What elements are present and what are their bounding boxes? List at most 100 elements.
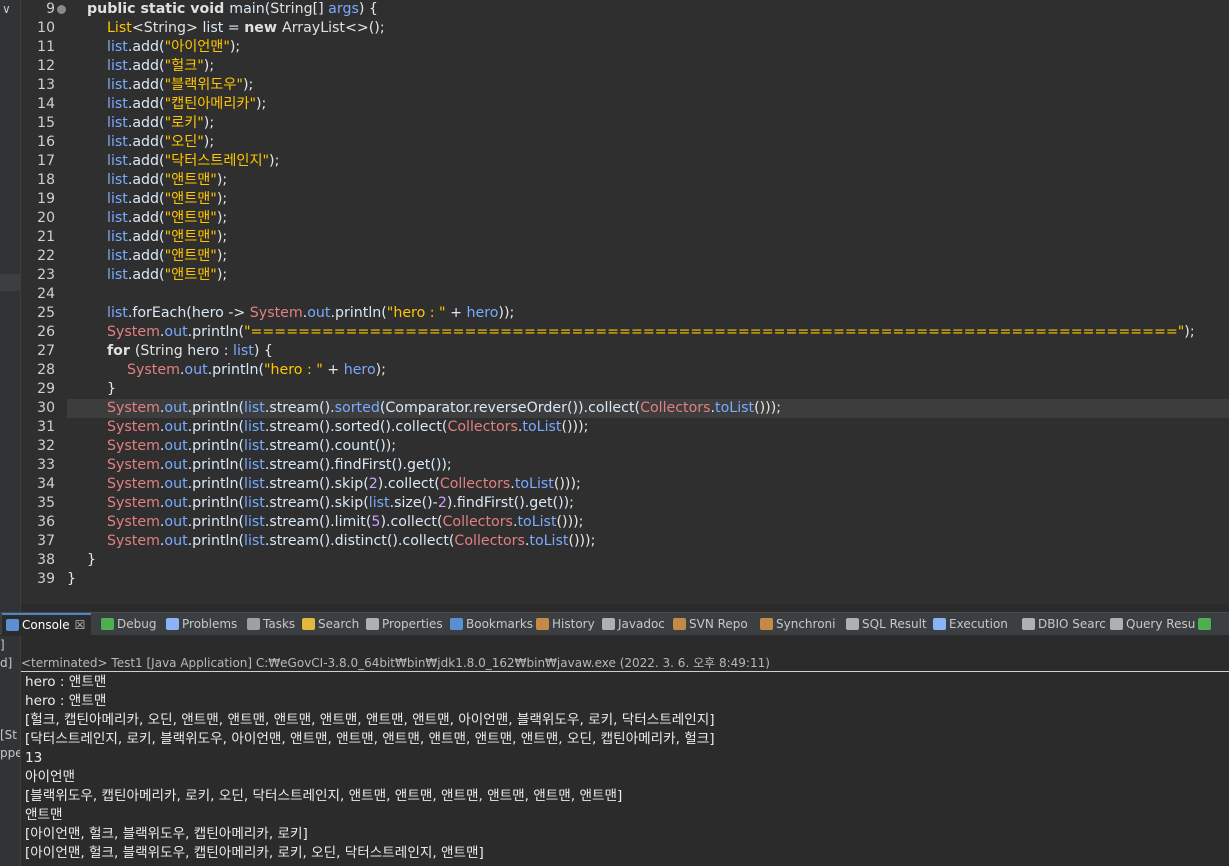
code-token: .println( (187, 533, 244, 549)
code-token: sorted (334, 400, 380, 416)
code-token: "앤트맨" (164, 248, 217, 264)
code-line[interactable]: list.add("블랙위도우"); (107, 76, 253, 95)
code-token: [] (312, 1, 329, 17)
code-line[interactable]: list.add("앤트맨"); (107, 266, 227, 285)
code-line[interactable]: System.out.println(list.stream().skip(2)… (107, 475, 581, 494)
tab-tasks[interactable]: Tasks (243, 613, 301, 635)
code-token: .stream().skip( (264, 476, 369, 492)
line-number: 21 (37, 229, 55, 245)
line-number: 29 (37, 381, 55, 397)
code-line[interactable]: System.out.println("====================… (107, 323, 1195, 342)
code-line[interactable]: List<String> list = new ArrayList<>(); (107, 19, 385, 38)
code-token: list (107, 77, 128, 93)
code-line[interactable]: public static void main(String[] args) { (87, 0, 378, 19)
code-line[interactable]: System.out.println(list.stream().distinc… (107, 532, 595, 551)
line-number: 39 (37, 571, 55, 587)
code-line[interactable]: list.add("오딘"); (107, 133, 214, 152)
code-line[interactable]: list.add("로키"); (107, 114, 214, 133)
tab-label: DBIO Searc (1038, 617, 1106, 631)
tab-query-resu[interactable]: Query Resu (1106, 613, 1201, 635)
code-editor[interactable]: 9 10 11 12 13 14 15 16 17 18 19 20 21 22 23 24 25 26 27 28 2… (21, 0, 1229, 604)
code-token: ); (203, 58, 215, 74)
code-token: ); (216, 267, 228, 283)
code-token: "헐크" (164, 58, 204, 74)
tab-search[interactable]: Search (298, 613, 365, 635)
code-token: .add( (127, 134, 165, 150)
tab-svn-repo[interactable]: SVN Repo (669, 613, 754, 635)
tab-more[interactable] (1194, 613, 1220, 635)
code-token: .add( (127, 153, 165, 169)
code-token: list (244, 438, 265, 454)
code-line[interactable]: System.out.println(list.stream().sorted(… (107, 399, 781, 418)
console-view[interactable]: <terminated> Test1 [Java Application] C:… (21, 635, 1229, 866)
code-token: .stream().distinct().collect( (264, 533, 455, 549)
code-token: toList (529, 533, 569, 549)
tab-javadoc[interactable]: Javadoc (598, 613, 671, 635)
code-token: List (107, 20, 132, 36)
code-token: System (107, 324, 160, 340)
code-line[interactable]: list.add("닥터스트레인지"); (107, 152, 279, 171)
code-line[interactable]: list.add("앤트맨"); (107, 171, 227, 190)
more-icon (1198, 618, 1211, 630)
code-line[interactable]: list.add("앤트맨"); (107, 247, 227, 266)
code-token: hero (343, 362, 376, 378)
code-line[interactable]: System.out.println(list.stream().count()… (107, 437, 396, 456)
tab-execution[interactable]: Execution (929, 613, 1014, 635)
javadoc-icon (602, 618, 615, 630)
code-line[interactable]: list.add("아이언맨"); (107, 38, 240, 57)
left-fragment-4: ppe (0, 746, 20, 760)
tab-properties[interactable]: Properties (362, 613, 449, 635)
code-line[interactable]: list.add("앤트맨"); (107, 209, 227, 228)
code-line[interactable]: System.out.println("hero : " + hero); (127, 361, 386, 380)
code-token: < (131, 20, 144, 36)
code-line[interactable]: list.add("앤트맨"); (107, 228, 227, 247)
code-line[interactable]: } (67, 570, 76, 589)
code-token: System (249, 305, 303, 321)
code-token: list (107, 134, 128, 150)
close-icon[interactable]: ☒ (75, 618, 86, 632)
line-number: 35 (37, 495, 55, 511)
tab-problems[interactable]: Problems (162, 613, 243, 635)
code-line[interactable]: System.out.println(list.stream().sorted(… (107, 418, 588, 437)
tab-label: SVN Repo (689, 617, 748, 631)
tab-console[interactable]: Console ☒ (2, 613, 92, 636)
code-token: list (107, 39, 128, 55)
svn-icon (673, 618, 686, 630)
code-line[interactable]: System.out.println(list.stream().findFir… (107, 456, 452, 475)
code-line[interactable]: } (107, 380, 116, 399)
line-number: 25 (37, 305, 55, 321)
code-token: ); (242, 77, 254, 93)
fold-toggle-icon[interactable] (57, 5, 66, 14)
code-token: )); (498, 305, 515, 321)
code-line[interactable]: } (87, 551, 96, 570)
code-token: args (328, 1, 359, 17)
tab-bookmarks[interactable]: Bookmarks (446, 613, 539, 635)
chevron-down-icon[interactable]: ∨ (2, 2, 11, 16)
code-line[interactable]: System.out.println(list.stream().skip(li… (107, 494, 574, 513)
code-token: Collectors (447, 419, 518, 435)
selected-tree-row[interactable] (0, 274, 20, 291)
tab-synchroni[interactable]: Synchroni (756, 613, 841, 635)
tab-debug[interactable]: Debug (97, 613, 162, 635)
console-output-line: 앤트맨 (25, 807, 63, 823)
tab-dbio-searc[interactable]: DBIO Searc (1018, 613, 1112, 635)
code-token: .add( (127, 267, 165, 283)
code-line[interactable]: list.add("헐크"); (107, 57, 214, 76)
code-token: System (107, 419, 160, 435)
code-line[interactable]: list.add("캡틴아메리카"); (107, 95, 266, 114)
code-token: String (143, 20, 187, 36)
code-line[interactable]: list.add("앤트맨"); (107, 190, 227, 209)
code-token: list (244, 495, 265, 511)
code-line[interactable]: for (String hero : list) { (107, 342, 273, 361)
code-line[interactable]: list.forEach(hero -> System.out.println(… (107, 304, 514, 323)
code-token: .add( (127, 58, 165, 74)
code-token: out (164, 400, 188, 416)
code-token: ); (203, 134, 215, 150)
code-token: .println( (330, 305, 387, 321)
code-line[interactable]: System.out.println(list.stream().limit(5… (107, 513, 583, 532)
code-token: .stream().findFirst().get()); (264, 457, 452, 473)
properties-icon (366, 618, 379, 630)
tab-sql-result[interactable]: SQL Result (842, 613, 933, 635)
sync-icon (760, 618, 773, 630)
tab-history[interactable]: History (532, 613, 601, 635)
